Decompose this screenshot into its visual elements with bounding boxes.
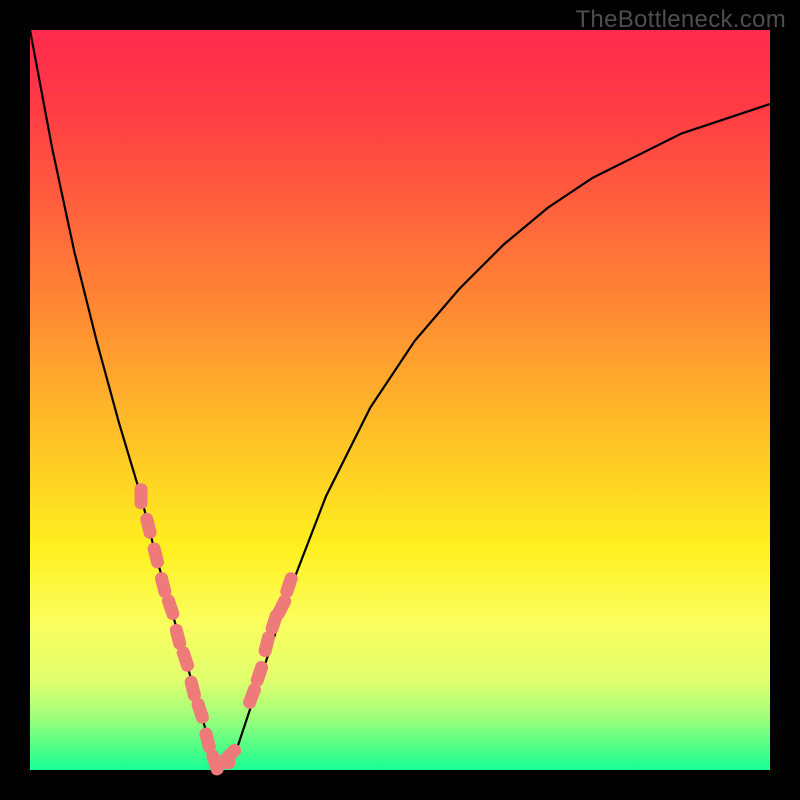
marker-pill xyxy=(146,541,165,569)
marker-pill xyxy=(279,571,300,600)
curve-right-branch xyxy=(215,104,770,763)
marker-pill xyxy=(135,483,148,509)
marker-pill xyxy=(249,659,270,688)
marker-pill xyxy=(139,512,158,540)
marker-pill xyxy=(160,593,181,622)
marker-pill xyxy=(190,696,211,725)
marker-pill xyxy=(175,645,196,674)
marker-cluster xyxy=(135,483,300,777)
plot-area xyxy=(30,30,770,770)
chart-frame: TheBottleneck.com xyxy=(0,0,800,800)
curve-layer xyxy=(30,30,770,770)
watermark-text: TheBottleneck.com xyxy=(575,6,786,34)
